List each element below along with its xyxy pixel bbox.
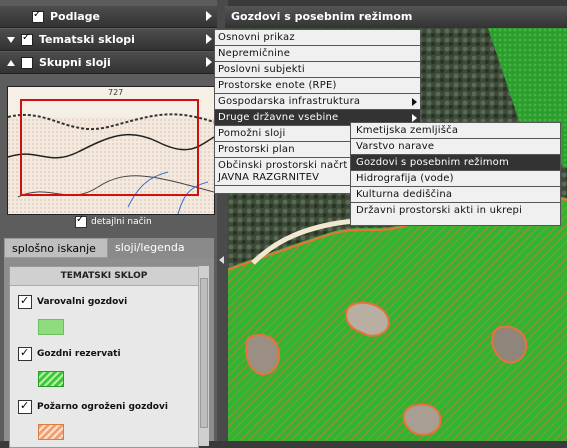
submenu-item-gozdovi-posebni-rezim[interactable]: Gozdovi s posebnim režimom [351, 155, 560, 171]
pozarno-checkbox[interactable] [18, 399, 32, 414]
panel-podlage[interactable]: Podlage [0, 6, 217, 28]
detail-mode-label: detajlni način [91, 217, 152, 227]
collapse-up-icon[interactable] [7, 59, 15, 66]
detail-mode-checkbox[interactable] [75, 214, 87, 228]
scrollbar-thumb[interactable] [200, 278, 208, 428]
menu-item-label: Gospodarska infrastruktura [218, 96, 361, 107]
tab-sloji-legenda[interactable]: sloji/legenda [108, 238, 214, 258]
left-panel: Podlage Tematski sklopi Skupni sloji [0, 0, 217, 448]
collapse-down-icon[interactable] [7, 36, 15, 43]
expand-right-icon[interactable] [206, 11, 212, 21]
rezervati-checkbox[interactable] [18, 346, 32, 361]
map-header: Gozdovi s posebnim režimom [225, 6, 567, 28]
legend-item-label: Požarno ogroženi gozdovi [37, 402, 168, 412]
submenu-item-kulturna-dediscina[interactable]: Kulturna dediščina [351, 187, 560, 203]
podlage-checkbox[interactable] [32, 9, 44, 23]
legend-item-pozarno[interactable]: Požarno ogroženi gozdovi [18, 399, 168, 414]
overview-map[interactable]: 727 [7, 86, 215, 215]
legend-item-varovalni[interactable]: Varovalni gozdovi [18, 294, 128, 309]
legend-item-rezervati[interactable]: Gozdni rezervati [18, 346, 121, 361]
menu-item-osnovni-prikaz[interactable]: Osnovni prikaz [215, 30, 420, 46]
legend-title: TEMATSKI SKLOP [10, 267, 198, 286]
pozarno-swatch [38, 424, 64, 440]
menu-item-gospodarska-infrastruktura[interactable]: Gospodarska infrastruktura [215, 94, 420, 110]
submenu-druge-vsebine: Kmetijska zemljišča Varstvo narave Gozdo… [350, 122, 561, 226]
submenu-item-varstvo-narave[interactable]: Varstvo narave [351, 139, 560, 155]
menu-item-prostorske-enote[interactable]: Prostorske enote (RPE) [215, 78, 420, 94]
varovalni-swatch [38, 319, 64, 335]
submenu-item-kmetijska-zemljisca[interactable]: Kmetijska zemljišča [351, 123, 560, 139]
menu-item-nepremicnine[interactable]: Nepremičnine [215, 46, 420, 62]
legend-list: TEMATSKI SKLOP Varovalni gozdovi Gozdni … [9, 266, 199, 448]
submenu-arrow-icon [412, 98, 417, 106]
collapse-left-icon[interactable] [219, 256, 224, 264]
overview-label: 727 [108, 88, 123, 97]
panel-skupni-sloji[interactable]: Skupni sloji [0, 52, 217, 74]
submenu-arrow-icon [412, 114, 417, 122]
legend-item-label: Varovalni gozdovi [37, 297, 128, 307]
overview-map-image: 727 [8, 87, 214, 214]
panel-skupni-label: Skupni sloji [39, 56, 111, 69]
tab-splosno-iskanje[interactable]: splošno iskanje [4, 238, 108, 258]
legend-panel: TEMATSKI SKLOP Varovalni gozdovi Gozdni … [4, 258, 214, 448]
skupni-checkbox[interactable] [21, 56, 33, 69]
tematski-checkbox[interactable] [21, 32, 33, 46]
submenu-item-drzavni-prostorski-akti[interactable]: Državni prostorski akti in ukrepi [351, 203, 560, 219]
legend-item-label: Gozdni rezervati [37, 349, 121, 359]
menu-item-poslovni-subjekti[interactable]: Poslovni subjekti [215, 62, 420, 78]
menu-item-label: Druge državne vsebine [218, 112, 339, 123]
panel-tematski-label: Tematski sklopi [39, 33, 135, 46]
detail-mode-toggle[interactable]: detajlni način [75, 214, 152, 228]
panel-tematski-sklopi[interactable]: Tematski sklopi [0, 29, 217, 51]
expand-right-icon[interactable] [206, 34, 212, 44]
expand-right-icon[interactable] [206, 57, 212, 67]
rezervati-swatch [38, 371, 64, 387]
panel-podlage-label: Podlage [50, 10, 101, 23]
sidebar-tabs: splošno iskanje sloji/legenda [4, 238, 214, 258]
submenu-item-hidrografija[interactable]: Hidrografija (vode) [351, 171, 560, 187]
legend-scrollbar[interactable] [198, 266, 209, 446]
varovalni-checkbox[interactable] [18, 294, 32, 309]
map-header-title: Gozdovi s posebnim režimom [231, 10, 413, 23]
